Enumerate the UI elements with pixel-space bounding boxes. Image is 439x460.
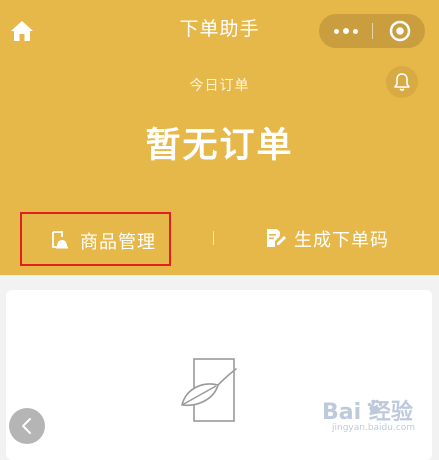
more-dots-icon bbox=[343, 28, 349, 34]
order-status-text: 暂无订单 bbox=[145, 126, 294, 166]
chevron-left-icon bbox=[22, 418, 31, 434]
header-banner: 下单助手 今日订单 暂无订单 商品管理 生成下单码 bbox=[0, 0, 439, 275]
notification-button[interactable] bbox=[386, 66, 418, 98]
more-button[interactable] bbox=[319, 14, 372, 48]
top-nav-bar: 下单助手 bbox=[0, 0, 439, 60]
generate-order-code-button[interactable]: 生成下单码 bbox=[258, 212, 398, 266]
baidu-jingyan-watermark: Bai 经验 jingyan.baidu.com bbox=[318, 392, 433, 442]
empty-leaf-document-icon bbox=[176, 355, 246, 429]
action-divider bbox=[213, 231, 214, 245]
product-manage-icon bbox=[52, 231, 68, 249]
miniprogram-capsule bbox=[319, 14, 425, 48]
target-circle-icon bbox=[389, 20, 411, 42]
generate-order-code-label: 生成下单码 bbox=[294, 230, 389, 251]
today-orders-label: 今日订单 bbox=[189, 78, 250, 94]
close-miniprogram-button[interactable] bbox=[373, 14, 425, 48]
more-dots-icon bbox=[353, 29, 358, 34]
product-management-button[interactable]: 商品管理 bbox=[20, 212, 171, 266]
back-button[interactable] bbox=[9, 408, 45, 444]
bell-icon bbox=[394, 73, 410, 91]
paw-icon bbox=[367, 399, 383, 414]
more-dots-icon bbox=[334, 29, 339, 34]
watermark-url: jingyan.baidu.com bbox=[332, 423, 416, 433]
generate-code-icon bbox=[267, 229, 286, 247]
product-management-label: 商品管理 bbox=[80, 232, 156, 253]
